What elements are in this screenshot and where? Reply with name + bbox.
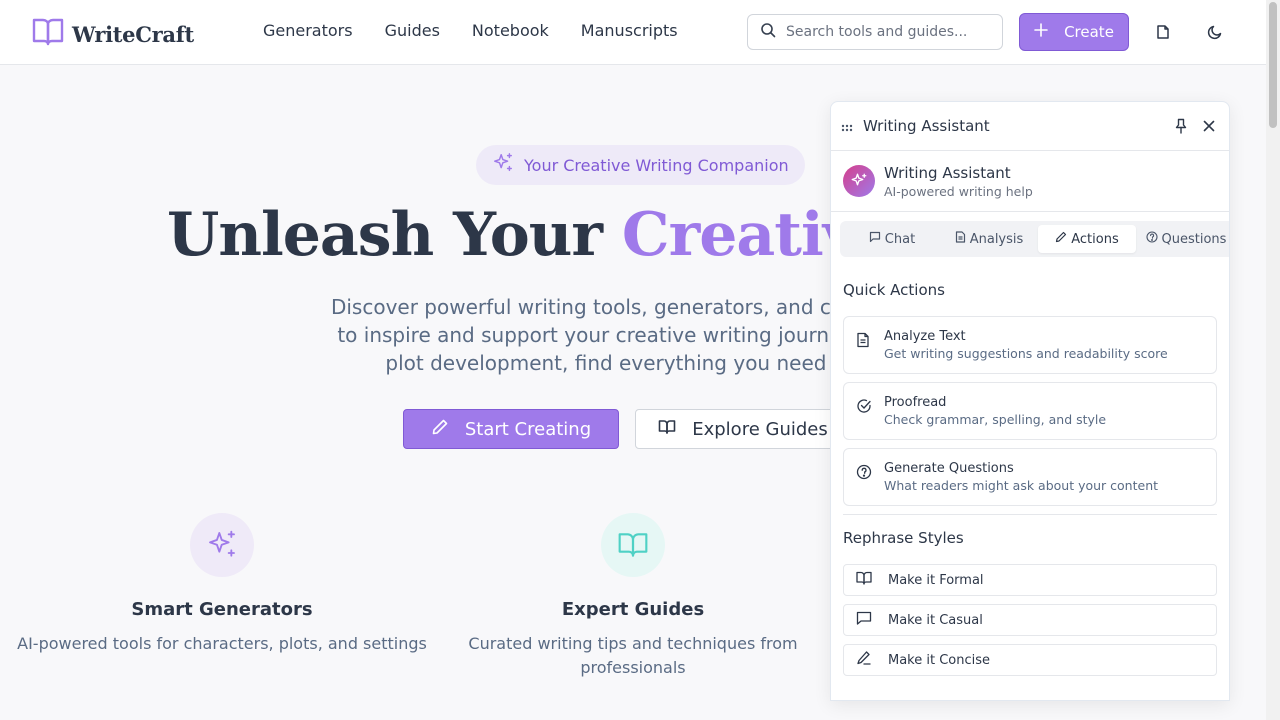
assistant-profile: Writing Assistant AI-powered writing hel… (831, 151, 1229, 212)
help-circle-icon (856, 464, 872, 480)
document-icon (955, 231, 966, 247)
tab-analysis[interactable]: Analysis (940, 225, 1038, 253)
scrollbar-thumb[interactable] (1269, 2, 1277, 128)
sparkles-icon (190, 513, 254, 577)
book-logo-icon (32, 17, 64, 51)
explore-guides-button[interactable]: Explore Guides (635, 409, 851, 449)
pencil-icon (856, 651, 872, 669)
make-casual-button[interactable]: Make it Casual (843, 604, 1217, 636)
tab-label: Actions (1071, 231, 1119, 247)
logo-text: WriteCraft (72, 21, 194, 47)
tab-label: Questions (1161, 231, 1227, 247)
nav-manuscripts[interactable]: Manuscripts (581, 21, 678, 40)
tab-actions[interactable]: Actions (1038, 225, 1136, 253)
main-nav: Generators Guides Notebook Manuscripts (263, 21, 678, 40)
rephrase-styles: Rephrase Styles Make it Formal Make it C… (843, 529, 1217, 676)
open-book-icon (601, 513, 665, 577)
rephrase-label: Make it Formal (888, 572, 984, 588)
section-divider (843, 514, 1217, 515)
action-title: Analyze Text (884, 329, 966, 344)
create-button[interactable]: Create (1019, 13, 1129, 51)
quick-actions-list: Analyze Text Get writing suggestions and… (843, 316, 1217, 506)
pencil-icon (431, 418, 449, 441)
drag-handle-icon[interactable] (841, 117, 853, 136)
assistant-subtitle: AI-powered writing help (884, 183, 1033, 199)
nav-notebook[interactable]: Notebook (472, 21, 549, 40)
feature-description: Curated writing tips and techniques from… (468, 634, 798, 677)
rephrase-label: Make it Casual (888, 612, 983, 628)
plus-icon (1034, 23, 1048, 41)
assistant-avatar (843, 165, 875, 197)
hero-title: Unleash Your Creative (167, 200, 895, 270)
tab-chat[interactable]: Chat (844, 225, 940, 253)
feature-expert-guides: Expert Guides Curated writing tips and t… (423, 513, 843, 680)
feature-description: AI-powered tools for characters, plots, … (17, 634, 427, 653)
hero-badge: Your Creative Writing Companion (476, 145, 805, 185)
action-title: Proofread (884, 395, 947, 410)
sparkles-icon (492, 152, 514, 178)
pin-icon[interactable] (1171, 116, 1191, 136)
search-icon (760, 22, 776, 42)
hero-badge-text: Your Creative Writing Companion (524, 155, 789, 175)
start-creating-button[interactable]: Start Creating (403, 409, 619, 449)
tab-questions[interactable]: Questions (1136, 225, 1229, 253)
proofread-action[interactable]: Proofread Check grammar, spelling, and s… (843, 382, 1217, 440)
make-concise-button[interactable]: Make it Concise (843, 644, 1217, 676)
assistant-tabs: Chat Analysis Actions Questions (840, 221, 1229, 257)
logo[interactable]: WriteCraft (32, 17, 194, 51)
search-box[interactable] (747, 14, 1003, 50)
writing-assistant-panel: Writing Assistant Writing Assistant AI-p… (830, 101, 1230, 701)
message-icon (869, 231, 881, 247)
pencil-icon (1055, 231, 1067, 247)
analyze-text-action[interactable]: Analyze Text Get writing suggestions and… (843, 316, 1217, 374)
hero-title-main: Unleash Your (167, 200, 622, 270)
tab-label: Chat (884, 231, 916, 247)
panel-header: Writing Assistant (831, 102, 1229, 151)
dark-mode-moon-icon[interactable] (1205, 22, 1225, 42)
create-label: Create (1064, 23, 1114, 41)
nav-generators[interactable]: Generators (263, 21, 353, 40)
help-circle-icon (1145, 231, 1158, 247)
open-book-icon (856, 571, 872, 589)
top-header: WriteCraft Generators Guides Notebook Ma… (0, 0, 1280, 65)
generate-questions-action[interactable]: Generate Questions What readers might as… (843, 448, 1217, 506)
action-description: Get writing suggestions and readability … (884, 346, 1168, 361)
message-icon (856, 611, 872, 629)
rephrase-label: Make it Concise (888, 652, 991, 668)
quick-actions-title: Quick Actions (843, 281, 945, 299)
action-description: Check grammar, spelling, and style (884, 412, 1107, 427)
make-formal-button[interactable]: Make it Formal (843, 564, 1217, 596)
rephrase-title: Rephrase Styles (843, 529, 964, 547)
open-book-icon (658, 418, 676, 441)
close-icon[interactable] (1199, 116, 1219, 136)
search-input[interactable] (786, 24, 986, 40)
assistant-name: Writing Assistant (884, 163, 1011, 182)
feature-smart-generators: Smart Generators AI-powered tools for ch… (12, 513, 432, 656)
feature-title: Smart Generators (131, 599, 313, 620)
panel-title: Writing Assistant (863, 117, 990, 135)
feature-title: Expert Guides (561, 599, 705, 620)
tab-label: Analysis (969, 231, 1024, 247)
start-creating-label: Start Creating (464, 418, 592, 440)
document-icon (856, 332, 872, 348)
action-title: Generate Questions (884, 461, 1014, 476)
page-scrollbar[interactable] (1266, 0, 1280, 720)
check-circle-icon (856, 398, 872, 414)
document-icon[interactable] (1153, 22, 1173, 42)
explore-guides-label: Explore Guides (692, 418, 828, 440)
action-description: What readers might ask about your conten… (884, 478, 1159, 493)
nav-guides[interactable]: Guides (385, 21, 440, 40)
